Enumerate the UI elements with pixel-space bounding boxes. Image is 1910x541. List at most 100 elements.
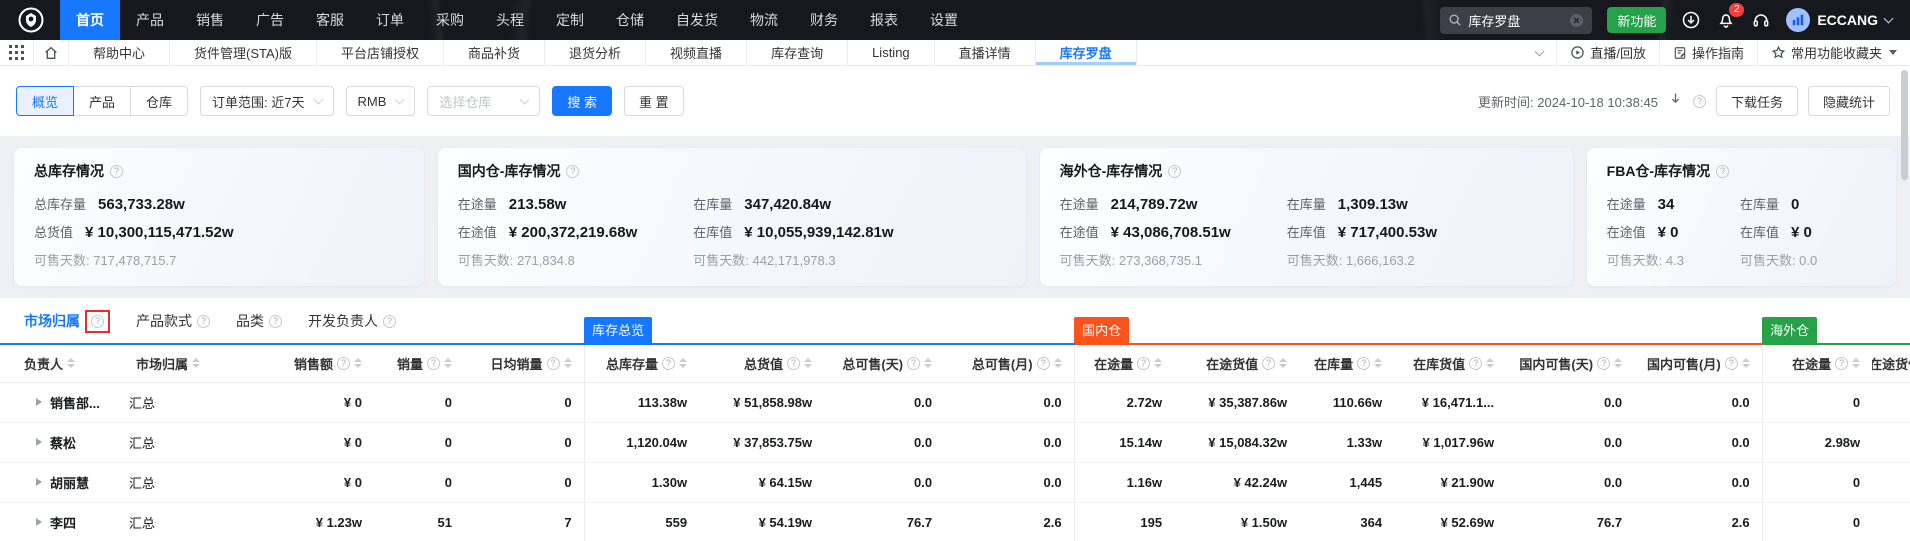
notifications-bell-icon[interactable]: 2 (1716, 10, 1736, 30)
search-button[interactable]: 搜 索 (552, 86, 612, 116)
menu-item-设置[interactable]: 设置 (914, 0, 974, 40)
column-help-icon[interactable]: ? (1357, 357, 1370, 370)
card-help-icon[interactable]: ? (1716, 165, 1729, 178)
table-tab-市场归属[interactable]: 市场归属? (24, 311, 110, 331)
expand-row-caret[interactable] (36, 478, 42, 486)
view-button-概览[interactable]: 概览 (16, 86, 74, 116)
column-header-在途货值[interactable]: 在途货值? (1872, 344, 1910, 382)
card-help-icon[interactable]: ? (1168, 165, 1181, 178)
guide-link[interactable]: 操作指南 (1659, 40, 1757, 65)
column-header-在途货值[interactable]: 在途货值? (1174, 344, 1299, 382)
hide-stats-button[interactable]: 隐藏统计 (1808, 86, 1890, 116)
live-replay-link[interactable]: 直播/回放 (1556, 40, 1659, 65)
menu-item-广告[interactable]: 广告 (240, 0, 300, 40)
column-help-icon[interactable]: ? (1725, 357, 1738, 370)
menu-item-报表[interactable]: 报表 (854, 0, 914, 40)
column-help-icon[interactable]: ? (787, 357, 800, 370)
column-header-总库存量[interactable]: 总库存量? (584, 344, 699, 382)
global-search-input[interactable]: 库存罗盘 (1440, 7, 1592, 34)
workspace-tab-视频直播[interactable]: 视频直播 (646, 40, 747, 65)
support-headset-icon[interactable] (1751, 10, 1771, 30)
sort-carets-icon[interactable] (1742, 358, 1750, 368)
column-header-在途量[interactable]: 在途量? (1074, 344, 1174, 382)
column-help-icon[interactable]: ? (1469, 357, 1482, 370)
sort-carets-icon[interactable] (1852, 358, 1860, 368)
sort-carets-icon[interactable] (1279, 358, 1287, 368)
column-help-icon[interactable]: ? (547, 357, 560, 370)
sort-carets-icon[interactable] (354, 358, 362, 368)
sort-carets-icon[interactable] (679, 358, 687, 368)
clear-search-icon[interactable] (1569, 13, 1584, 28)
sort-carets-icon[interactable] (564, 358, 572, 368)
menu-item-头程[interactable]: 头程 (480, 0, 540, 40)
table-tab-开发负责人[interactable]: 开发负责人? (308, 311, 396, 331)
download-tasks-button[interactable]: 下载任务 (1716, 86, 1798, 116)
column-help-icon[interactable]: ? (907, 357, 920, 370)
column-header-在库货值[interactable]: 在库货值? (1394, 344, 1506, 382)
sort-carets-icon[interactable] (924, 358, 932, 368)
view-button-产品[interactable]: 产品 (73, 86, 131, 116)
sort-carets-icon[interactable] (67, 358, 75, 368)
owner-name[interactable]: 销售部... (50, 393, 100, 412)
currency-select[interactable]: RMB (346, 86, 416, 116)
column-help-icon[interactable]: ? (1037, 357, 1050, 370)
owner-name[interactable]: 李四 (50, 513, 76, 532)
sort-carets-icon[interactable] (804, 358, 812, 368)
column-help-icon[interactable]: ? (1597, 357, 1610, 370)
new-feature-button[interactable]: 新功能 (1607, 7, 1666, 33)
vertical-scrollbar[interactable] (1901, 70, 1908, 180)
menu-item-财务[interactable]: 财务 (794, 0, 854, 40)
app-logo-icon[interactable] (18, 7, 44, 33)
workspace-tab-退货分析[interactable]: 退货分析 (545, 40, 646, 65)
menu-item-首页[interactable]: 首页 (60, 0, 120, 40)
column-header-国内可售(天)[interactable]: 国内可售(天)? (1506, 344, 1634, 382)
account-menu[interactable]: ECCANG (1786, 8, 1892, 32)
download-center-icon[interactable] (1681, 10, 1701, 30)
menu-item-物流[interactable]: 物流 (734, 0, 794, 40)
tab-help-icon[interactable]: ? (269, 315, 282, 328)
tab-help-icon[interactable]: ? (383, 315, 396, 328)
menu-item-采购[interactable]: 采购 (420, 0, 480, 40)
menu-item-定制[interactable]: 定制 (540, 0, 600, 40)
favorites-link[interactable]: 常用功能收藏夹 (1757, 40, 1910, 65)
sort-carets-icon[interactable] (1486, 358, 1494, 368)
column-header-总货值[interactable]: 总货值? (699, 344, 824, 382)
sort-carets-icon[interactable] (1154, 358, 1162, 368)
workspace-tab-帮助中心[interactable]: 帮助中心 (69, 40, 170, 65)
sort-carets-icon[interactable] (1054, 358, 1062, 368)
column-header-总可售(天)[interactable]: 总可售(天)? (824, 344, 944, 382)
workspace-tab-库存查询[interactable]: 库存查询 (747, 40, 848, 65)
workspace-tab-商品补货[interactable]: 商品补货 (444, 40, 545, 65)
reset-button[interactable]: 重 置 (624, 86, 684, 116)
menu-item-订单[interactable]: 订单 (360, 0, 420, 40)
warehouse-select[interactable]: 选择仓库 (427, 86, 540, 116)
column-header-在库量[interactable]: 在库量? (1299, 344, 1394, 382)
table-tab-品类[interactable]: 品类? (236, 311, 282, 331)
column-header-负责人[interactable]: 负责人 (0, 344, 124, 382)
workspace-tab-库存罗盘[interactable]: 库存罗盘 (1036, 40, 1137, 65)
owner-name[interactable]: 胡丽慧 (50, 473, 89, 492)
column-header-市场归属[interactable]: 市场归属 (124, 344, 259, 382)
home-icon[interactable] (34, 40, 69, 65)
tab-help-icon[interactable]: ? (91, 315, 104, 328)
card-help-icon[interactable]: ? (566, 165, 579, 178)
owner-name[interactable]: 蔡松 (50, 433, 76, 452)
collapse-tabs-chevron[interactable] (1523, 40, 1556, 65)
workspace-tab-货件管理(STA)版[interactable]: 货件管理(STA)版 (170, 40, 317, 65)
menu-item-自发货[interactable]: 自发货 (660, 0, 734, 40)
column-header-在途量[interactable]: 在途量? (1762, 344, 1872, 382)
menu-item-仓储[interactable]: 仓储 (600, 0, 660, 40)
table-tab-产品款式[interactable]: 产品款式? (136, 311, 210, 331)
column-header-国内可售(月)[interactable]: 国内可售(月)? (1634, 344, 1762, 382)
workspace-tab-平台店铺授权[interactable]: 平台店铺授权 (317, 40, 444, 65)
expand-row-caret[interactable] (36, 518, 42, 526)
apps-grid-icon[interactable] (0, 40, 34, 65)
column-header-销售额[interactable]: 销售额? (259, 344, 374, 382)
card-help-icon[interactable]: ? (110, 165, 123, 178)
sort-carets-icon[interactable] (1374, 358, 1382, 368)
menu-item-销售[interactable]: 销售 (180, 0, 240, 40)
view-button-仓库[interactable]: 仓库 (130, 86, 188, 116)
order-range-select[interactable]: 订单范围: 近7天 (200, 86, 333, 116)
sort-carets-icon[interactable] (444, 358, 452, 368)
column-help-icon[interactable]: ? (1137, 357, 1150, 370)
